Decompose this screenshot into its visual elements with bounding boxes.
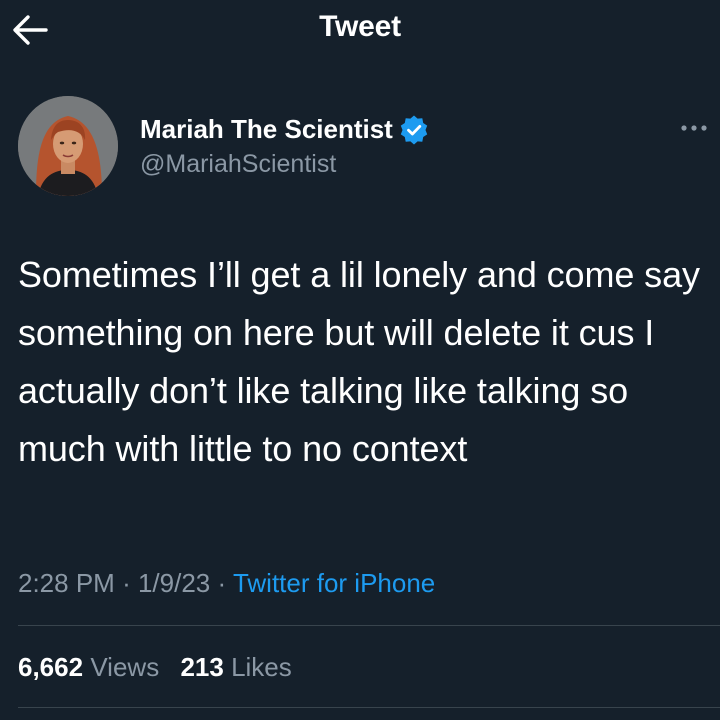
- more-horizontal-icon: [678, 116, 714, 140]
- name-line: Mariah The Scientist: [140, 114, 429, 145]
- likes-count: 213: [180, 652, 224, 682]
- tweet-date[interactable]: 1/9/23: [138, 568, 210, 598]
- views-label: Views: [90, 652, 160, 682]
- display-name[interactable]: Mariah The Scientist: [140, 114, 393, 145]
- tweet-time[interactable]: 2:28 PM: [18, 568, 115, 598]
- views-stat[interactable]: 6,662 Views: [18, 652, 159, 683]
- top-bar: Tweet: [0, 0, 720, 60]
- tweet-metadata: 2:28 PM · 1/9/23 · Twitter for iPhone: [18, 568, 435, 599]
- divider: [18, 707, 720, 708]
- likes-label: Likes: [231, 652, 292, 682]
- views-count: 6,662: [18, 652, 84, 682]
- divider: [18, 625, 720, 626]
- verified-badge-icon: [399, 115, 429, 145]
- tweet-stats: 6,662 Views 213 Likes: [18, 652, 306, 683]
- tweet-screen: Tweet Mariah The Scientist @MariahScient…: [0, 0, 720, 720]
- more-options-button[interactable]: [678, 116, 714, 140]
- meta-separator: ·: [217, 568, 227, 598]
- tweet-author: Mariah The Scientist @MariahScientist: [18, 96, 708, 200]
- avatar[interactable]: [18, 96, 118, 196]
- meta-separator: ·: [122, 568, 131, 598]
- tweet-text: Sometimes I’ll get a lil lonely and come…: [18, 254, 700, 469]
- page-title: Tweet: [319, 10, 401, 43]
- likes-stat[interactable]: 213 Likes: [180, 652, 291, 683]
- tweet-source-link[interactable]: Twitter for iPhone: [233, 568, 435, 598]
- user-handle[interactable]: @MariahScientist: [140, 150, 336, 179]
